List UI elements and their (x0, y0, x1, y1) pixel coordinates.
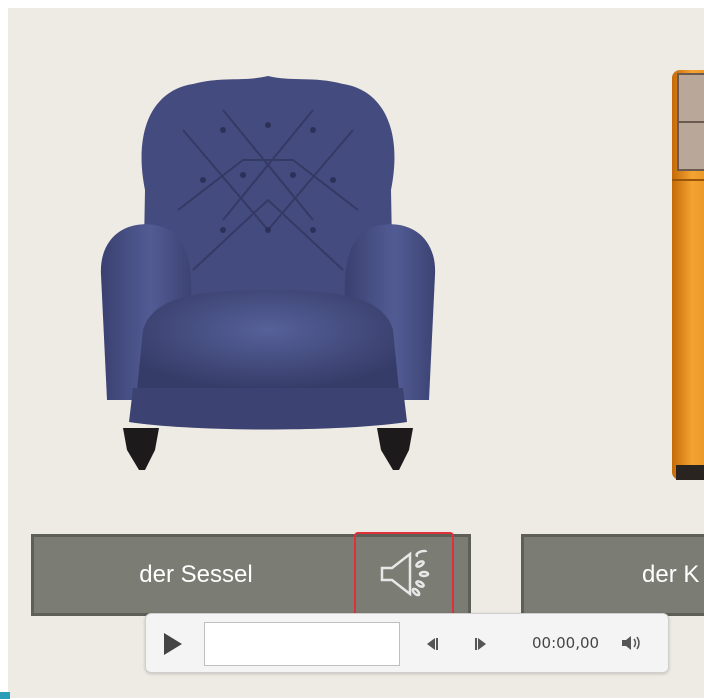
audio-play-button[interactable] (354, 532, 454, 616)
previous-frame-icon[interactable] (422, 636, 440, 652)
window-left-edge (0, 0, 8, 699)
word-label-card: der K (521, 534, 704, 616)
next-frame-icon[interactable] (473, 636, 491, 652)
corner-marker (0, 692, 10, 699)
window-top-edge (0, 0, 704, 8)
volume-icon[interactable] (620, 633, 644, 653)
slide-canvas: der Sessel der K 00:00,00 (8, 8, 704, 698)
armchair-image (100, 76, 436, 470)
word-label-text: der K (642, 561, 700, 588)
media-player-controls: 00:00,00 (145, 613, 669, 673)
timeline-progress-bar[interactable] (204, 622, 400, 666)
play-icon (164, 633, 182, 655)
playback-time: 00:00,00 (532, 634, 600, 652)
play-button[interactable] (160, 630, 186, 658)
word-label-text: der Sessel (139, 561, 253, 588)
cabinet-image (672, 70, 704, 480)
speaker-icon (380, 549, 430, 597)
